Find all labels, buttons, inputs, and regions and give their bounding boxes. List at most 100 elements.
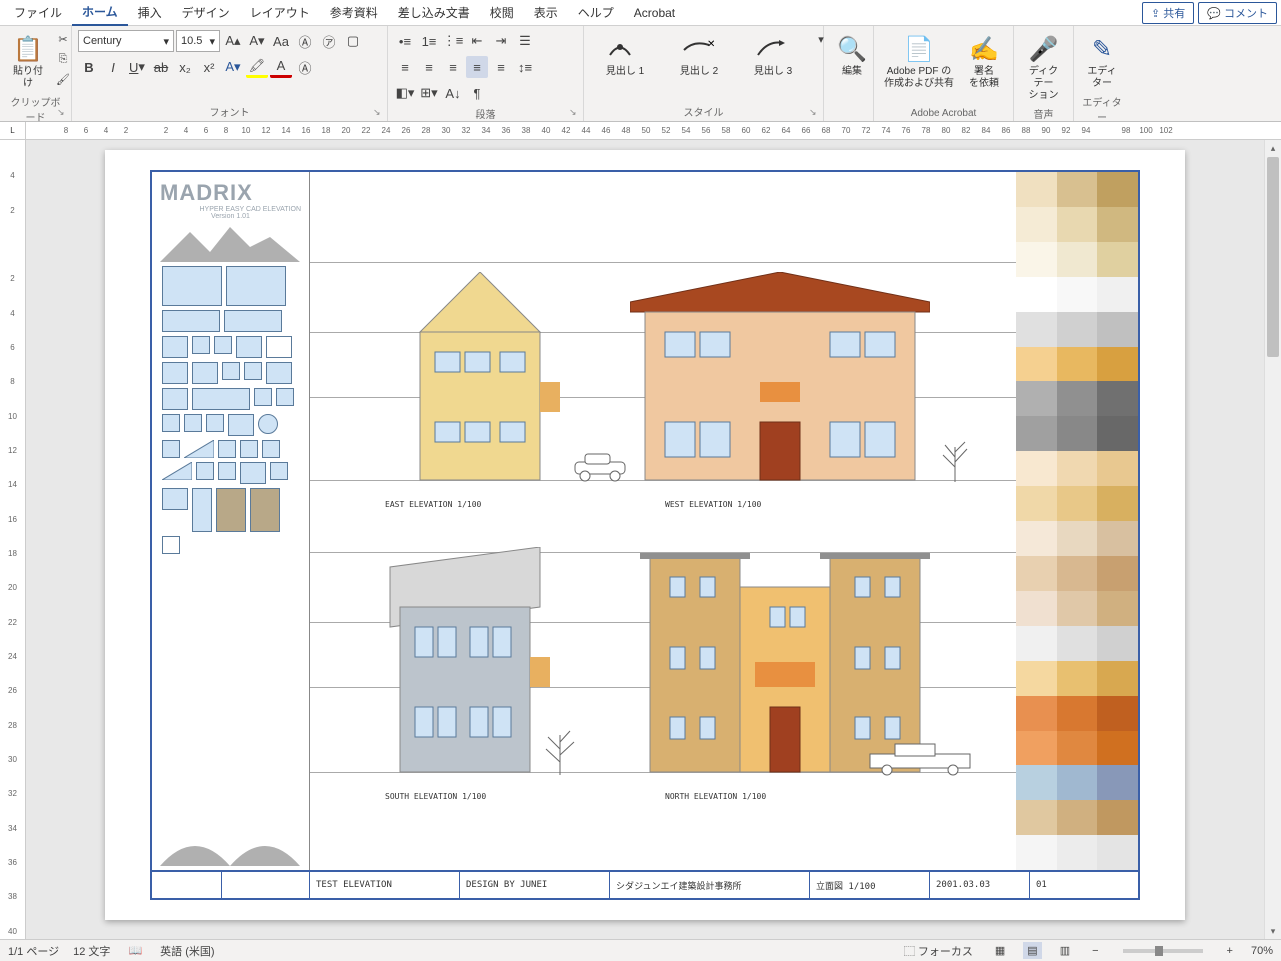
align-right-icon[interactable]: ≡ <box>442 56 464 78</box>
swatch[interactable] <box>1097 765 1138 800</box>
tab-review[interactable]: 校閲 <box>480 0 524 25</box>
pal-window[interactable] <box>266 336 292 358</box>
swatch[interactable] <box>1057 731 1098 766</box>
align-left-icon[interactable]: ≡ <box>394 56 416 78</box>
editing-button[interactable]: 🔍編集 <box>830 30 874 80</box>
format-painter-icon[interactable]: 🖌 <box>54 70 72 88</box>
pal-window[interactable] <box>192 336 210 354</box>
pal-window[interactable] <box>192 362 218 384</box>
pal-window[interactable] <box>254 388 272 406</box>
tab-file[interactable]: ファイル <box>4 0 72 25</box>
focus-mode-button[interactable]: ⬚ フォーカス <box>900 943 977 959</box>
cut-icon[interactable]: ✂ <box>54 30 72 48</box>
swatch[interactable] <box>1016 207 1057 242</box>
bullets-icon[interactable]: •≡ <box>394 30 416 52</box>
create-pdf-button[interactable]: 📄Adobe PDF の 作成および共有 <box>880 30 958 92</box>
swatch[interactable] <box>1057 556 1098 591</box>
zoom-level[interactable]: 70% <box>1251 945 1273 957</box>
swatch[interactable] <box>1057 696 1098 731</box>
enclose-char-icon[interactable]: ▢ <box>342 30 364 52</box>
swatch[interactable] <box>1097 416 1138 451</box>
tab-view[interactable]: 表示 <box>524 0 568 25</box>
pal-window[interactable] <box>240 462 266 484</box>
request-sign-button[interactable]: ✍署名 を依頼 <box>962 30 1006 92</box>
status-page[interactable]: 1/1 ページ <box>8 943 59 959</box>
pal-window[interactable] <box>226 266 286 306</box>
strike-icon[interactable]: ab <box>150 56 172 78</box>
sort-icon[interactable]: A↓ <box>442 82 464 104</box>
swatch[interactable] <box>1097 207 1138 242</box>
swatch[interactable] <box>1097 800 1138 835</box>
scroll-down-icon[interactable]: ▾ <box>1265 923 1281 940</box>
underline-icon[interactable]: U▾ <box>126 56 148 78</box>
swatch[interactable] <box>1016 416 1057 451</box>
swatch[interactable] <box>1016 381 1057 416</box>
swatch[interactable] <box>1016 521 1057 556</box>
swatch[interactable] <box>1057 347 1098 382</box>
pal-door[interactable] <box>192 488 212 532</box>
swatch[interactable] <box>1016 347 1057 382</box>
swatch[interactable] <box>1057 661 1098 696</box>
pal-window[interactable] <box>214 336 232 354</box>
inc-indent-icon[interactable]: ⇥ <box>490 30 512 52</box>
pal-window[interactable] <box>162 440 180 458</box>
pal-window[interactable] <box>162 414 180 432</box>
font-size-combo[interactable]: 10.5 ▾ <box>176 30 220 52</box>
swatch[interactable] <box>1057 277 1098 312</box>
font-name-combo[interactable]: Century ▾ <box>78 30 174 52</box>
swatch[interactable] <box>1016 835 1057 870</box>
swatch[interactable] <box>1097 242 1138 277</box>
spellcheck-icon[interactable]: 📖 <box>124 944 146 957</box>
shrink-font-icon[interactable]: A▾ <box>246 30 268 52</box>
dialog-launcher-icon[interactable]: ↘ <box>57 107 69 119</box>
shading-icon[interactable]: ◧▾ <box>394 82 416 104</box>
swatch[interactable] <box>1016 242 1057 277</box>
asian-layout-icon[interactable]: ☰ <box>514 30 536 52</box>
tab-acrobat[interactable]: Acrobat <box>624 2 685 24</box>
swatch[interactable] <box>1016 696 1057 731</box>
swatch[interactable] <box>1057 591 1098 626</box>
scroll-thumb[interactable] <box>1267 157 1279 357</box>
swatch[interactable] <box>1097 661 1138 696</box>
dialog-launcher-icon[interactable]: ↘ <box>373 107 385 119</box>
pal-window[interactable] <box>162 488 188 510</box>
status-words[interactable]: 12 文字 <box>73 943 110 959</box>
swatch[interactable] <box>1057 486 1098 521</box>
tab-design[interactable]: デザイン <box>172 0 240 25</box>
superscript-icon[interactable]: x² <box>198 56 220 78</box>
swatch[interactable] <box>1057 381 1098 416</box>
swatch[interactable] <box>1057 312 1098 347</box>
pal-window[interactable] <box>218 440 236 458</box>
swatch[interactable] <box>1057 835 1098 870</box>
pal-window[interactable] <box>276 388 294 406</box>
pal-window[interactable] <box>224 310 282 332</box>
dec-indent-icon[interactable]: ⇤ <box>466 30 488 52</box>
style-heading3[interactable]: 見出し 3 <box>738 30 808 80</box>
zoom-in-icon[interactable]: + <box>1223 945 1237 957</box>
share-button[interactable]: ⇪ 共有 <box>1142 2 1194 24</box>
swatch[interactable] <box>1097 696 1138 731</box>
dictate-button[interactable]: 🎤ディクテー ション <box>1020 30 1067 104</box>
text-effects-icon[interactable]: A▾ <box>222 56 244 78</box>
multilevel-icon[interactable]: ⋮≡ <box>442 30 464 52</box>
zoom-slider[interactable] <box>1123 949 1203 953</box>
swatch[interactable] <box>1057 242 1098 277</box>
comments-button[interactable]: 💬 コメント <box>1198 2 1277 24</box>
swatch[interactable] <box>1057 765 1098 800</box>
subscript-icon[interactable]: x₂ <box>174 56 196 78</box>
align-center-icon[interactable]: ≡ <box>418 56 440 78</box>
pal-circle[interactable] <box>258 414 278 434</box>
tab-home[interactable]: ホーム <box>72 0 128 26</box>
swatch[interactable] <box>1057 207 1098 242</box>
bold-icon[interactable]: B <box>78 56 100 78</box>
print-layout-icon[interactable]: ▤ <box>1023 942 1041 959</box>
read-mode-icon[interactable]: ▦ <box>991 944 1009 957</box>
dialog-launcher-icon[interactable]: ↘ <box>569 107 581 119</box>
line-spacing-icon[interactable]: ↕≡ <box>514 56 536 78</box>
pal-door[interactable] <box>216 488 246 532</box>
scrollbar-vertical[interactable]: ▴ ▾ <box>1264 140 1281 940</box>
swatch[interactable] <box>1016 277 1057 312</box>
phonetic-guide-icon[interactable]: ㋐ <box>318 30 340 52</box>
swatch[interactable] <box>1097 381 1138 416</box>
swatch[interactable] <box>1057 626 1098 661</box>
